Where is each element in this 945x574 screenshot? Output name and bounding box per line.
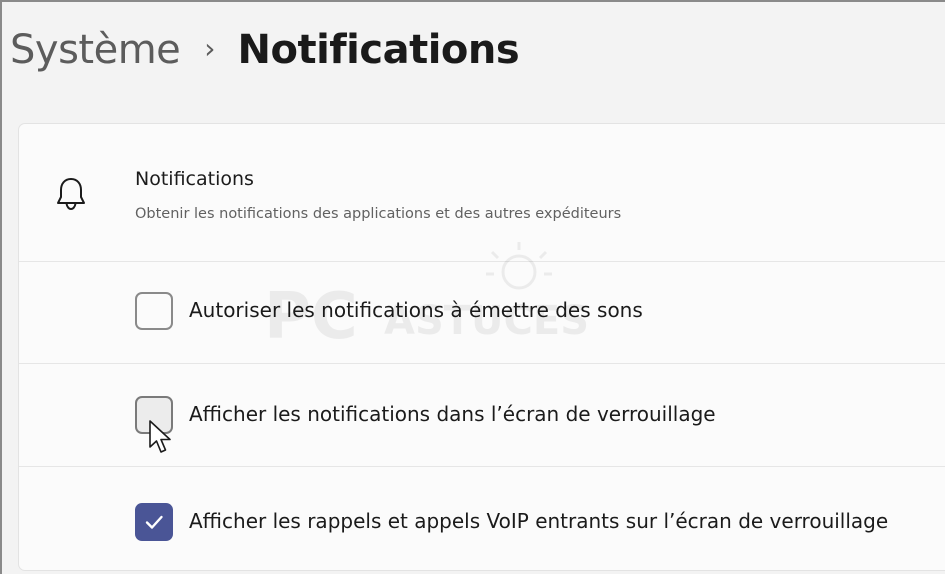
notifications-card: Notifications Obtenir les notifications … <box>18 123 945 571</box>
breadcrumb-parent-link[interactable]: Système <box>10 27 181 73</box>
checkmark-icon <box>145 515 163 529</box>
breadcrumb: Système › Notifications <box>10 20 520 80</box>
option-row-voip[interactable]: Afficher les rappels et appels VoIP entr… <box>19 466 945 571</box>
voip-option-label[interactable]: Afficher les rappels et appels VoIP entr… <box>189 509 888 533</box>
breadcrumb-separator: › <box>204 31 216 65</box>
sounds-option-label[interactable]: Autoriser les notifications à émettre de… <box>189 298 643 322</box>
voip-checkbox[interactable] <box>135 503 173 541</box>
lockscreen-option-label[interactable]: Afficher les notifications dans l’écran … <box>189 402 716 426</box>
bell-icon <box>57 178 85 211</box>
notifications-title: Notifications <box>135 168 254 190</box>
notifications-header-row[interactable]: Notifications Obtenir les notifications … <box>19 124 945 261</box>
notifications-description: Obtenir les notifications des applicatio… <box>135 206 622 222</box>
option-row-sounds[interactable]: Autoriser les notifications à émettre de… <box>19 261 945 363</box>
settings-window: Système › Notifications Notifications Ob… <box>0 0 945 574</box>
sounds-checkbox[interactable] <box>135 292 173 330</box>
page-title: Notifications <box>237 27 520 73</box>
mouse-cursor-icon <box>149 420 171 453</box>
